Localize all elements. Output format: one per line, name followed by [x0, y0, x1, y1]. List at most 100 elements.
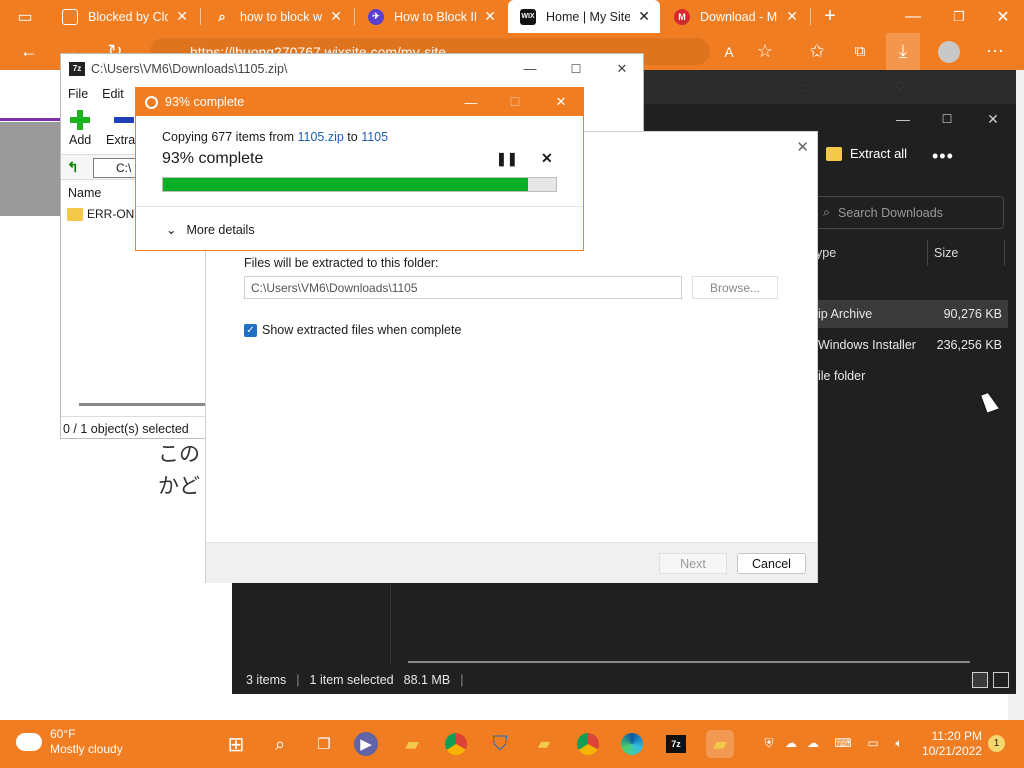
close-tab-icon[interactable]: ✕ [638, 8, 650, 25]
file-explorer-active-icon[interactable]: ▰ [706, 730, 734, 758]
tab-actions-icon[interactable]: ▭ [10, 0, 40, 33]
file-manager-icon[interactable]: ▰ [530, 730, 558, 758]
task-view-icon[interactable]: ❐ [310, 730, 338, 758]
show-files-checkbox[interactable]: ✓ Show extracted files when complete [244, 323, 461, 337]
minimize-icon[interactable]: — [890, 0, 936, 33]
profile-icon[interactable] [932, 33, 966, 70]
close-tab-icon[interactable]: ✕ [786, 8, 798, 25]
maximize-icon[interactable]: ☐ [924, 104, 970, 134]
copy-description: Copying 677 items from 1105.zip to 1105 [162, 130, 389, 144]
file-row[interactable]: ile folder [812, 362, 1008, 390]
minimize-icon[interactable]: — [507, 54, 553, 83]
source-link[interactable]: 1105.zip [297, 130, 343, 144]
next-button[interactable]: Next [659, 553, 727, 574]
defender-shield-icon[interactable]: ⛉ [486, 730, 514, 758]
pause-icon[interactable]: ❚❚ [496, 151, 518, 167]
clock[interactable]: 11:20 PM 10/21/2022 [920, 729, 982, 759]
back-icon[interactable]: ← [12, 33, 46, 70]
network-tray-icon[interactable]: ▭ [864, 734, 882, 752]
column-name[interactable]: Name [68, 186, 101, 200]
settings-more-icon[interactable]: ⋯ [978, 33, 1012, 70]
close-tab-icon[interactable]: ✕ [176, 8, 188, 25]
file-explorer-icon[interactable]: ▰ [398, 730, 426, 758]
status-bar: 3 items | 1 item selected 88.1 MB | [246, 673, 464, 687]
tiles-view-icon[interactable] [993, 672, 1009, 688]
menu-file[interactable]: File [68, 87, 88, 101]
stop-icon[interactable]: ✕ [541, 150, 553, 167]
close-icon[interactable]: ✕ [599, 54, 645, 83]
weather-widget[interactable]: 60°F Mostly cloudy [16, 727, 123, 757]
restore-icon[interactable]: ❐ [936, 0, 982, 33]
close-tab-icon[interactable]: ✕ [330, 8, 342, 25]
divider [136, 206, 583, 207]
keyboard-tray-icon[interactable]: ⌨ [834, 734, 852, 752]
tab-how-to-block-ip[interactable]: ✈ How to Block IP ✕ [356, 0, 506, 33]
maximize-icon[interactable]: ☐ [553, 54, 599, 83]
chat-icon[interactable]: ▶ [354, 732, 378, 756]
cancel-button[interactable]: Cancel [737, 553, 806, 574]
up-folder-icon[interactable]: ↰ [67, 159, 83, 175]
search-icon[interactable]: ⌕ [824, 75, 848, 99]
pin-icon[interactable]: ⚲ [888, 75, 912, 99]
search-icon[interactable]: ⌕ [266, 730, 294, 758]
destination-link[interactable]: 1105 [361, 130, 388, 144]
onedrive-tray-icon[interactable]: ☁ [804, 734, 822, 752]
cloud-tray-icon[interactable]: ☁ [782, 734, 800, 752]
favorites-icon[interactable]: ✩ [800, 33, 834, 70]
chrome-icon[interactable] [442, 730, 470, 758]
details-view-icon[interactable] [972, 672, 988, 688]
horizontal-scrollbar[interactable] [408, 661, 970, 663]
volume-tray-icon[interactable]: 🔈︎ [890, 734, 908, 752]
more-details-toggle[interactable]: ⌄ More details [166, 222, 255, 238]
open-folder-icon[interactable]: ▭ [792, 75, 816, 99]
more-options-icon[interactable]: ⋯ [856, 75, 880, 99]
downloads-icon[interactable]: ⤓ [886, 33, 920, 70]
column-divider[interactable] [1004, 240, 1005, 266]
tab-separator [200, 8, 201, 25]
read-aloud-icon[interactable]: A [712, 33, 746, 70]
close-tab-icon[interactable]: ✕ [484, 8, 496, 25]
column-type[interactable]: ype [816, 246, 836, 260]
collections-icon[interactable]: ⧉ [843, 33, 877, 70]
tab-blocked-by-cloudflare[interactable]: Blocked by Clou ✕ [50, 0, 198, 33]
browse-button[interactable]: Browse... [692, 276, 778, 299]
tab-separator [354, 8, 355, 25]
file-row[interactable]: Windows Installer ... 236,256 KB [812, 331, 1008, 359]
extract-all-button[interactable]: Extract all [826, 146, 907, 161]
see-more-button[interactable]: ••• [932, 146, 954, 167]
tab-how-to-block-web[interactable]: ⌕ how to block we ✕ [202, 0, 352, 33]
document-icon [62, 8, 78, 25]
downloads-panel-header: ▭ ⌕ ⋯ ⚲ [612, 70, 1016, 104]
start-icon[interactable]: ⊞ [222, 730, 250, 758]
minimize-icon[interactable]: — [880, 104, 926, 134]
notification-badge[interactable]: 1 [988, 735, 1005, 752]
minimize-icon[interactable]: — [448, 88, 494, 116]
extract-minus-icon [113, 110, 134, 130]
horizontal-scrollbar[interactable] [79, 403, 209, 406]
add-plus-icon [70, 110, 91, 130]
tab-home-my-site[interactable]: WIX Home | My Site ✕ [508, 0, 660, 33]
progress-bar-fill [163, 178, 529, 191]
file-row[interactable]: ip Archive 90,276 KB [812, 300, 1008, 328]
edge-icon[interactable] [618, 730, 646, 758]
new-tab-icon[interactable]: + [815, 0, 845, 33]
tab-download-mega[interactable]: M Download - ME ✕ [662, 0, 808, 33]
close-icon[interactable]: ✕ [538, 88, 584, 116]
add-button[interactable]: Add [69, 110, 91, 147]
destination-field[interactable]: C:\Users\VM6\Downloads\1105 [244, 276, 682, 299]
column-divider[interactable] [927, 240, 928, 266]
chrome-icon[interactable] [574, 730, 602, 758]
search-downloads-input[interactable]: ⌕ Search Downloads [812, 196, 1004, 229]
favorite-icon[interactable]: ☆ [748, 33, 782, 70]
pane-divider [390, 580, 391, 665]
menu-edit[interactable]: Edit [102, 87, 124, 101]
copy-progress-dialog: 93% complete — ☐ ✕ Copying 677 items fro… [135, 87, 584, 251]
taskbar: 60°F Mostly cloudy ⊞ ⌕ ❐ ▶ ▰ ⛉ ▰ 7z ▰ ⛨ … [0, 720, 1024, 768]
close-icon[interactable]: ✕ [970, 104, 1016, 134]
column-size[interactable]: Size [934, 246, 958, 260]
seven-zip-taskbar-icon[interactable]: 7z [662, 730, 690, 758]
destination-label: Files will be extracted to this folder: [244, 256, 439, 270]
close-icon[interactable]: ✕ [796, 138, 809, 156]
close-icon[interactable]: ✕ [982, 0, 1024, 33]
security-tray-icon[interactable]: ⛨ [760, 734, 778, 752]
